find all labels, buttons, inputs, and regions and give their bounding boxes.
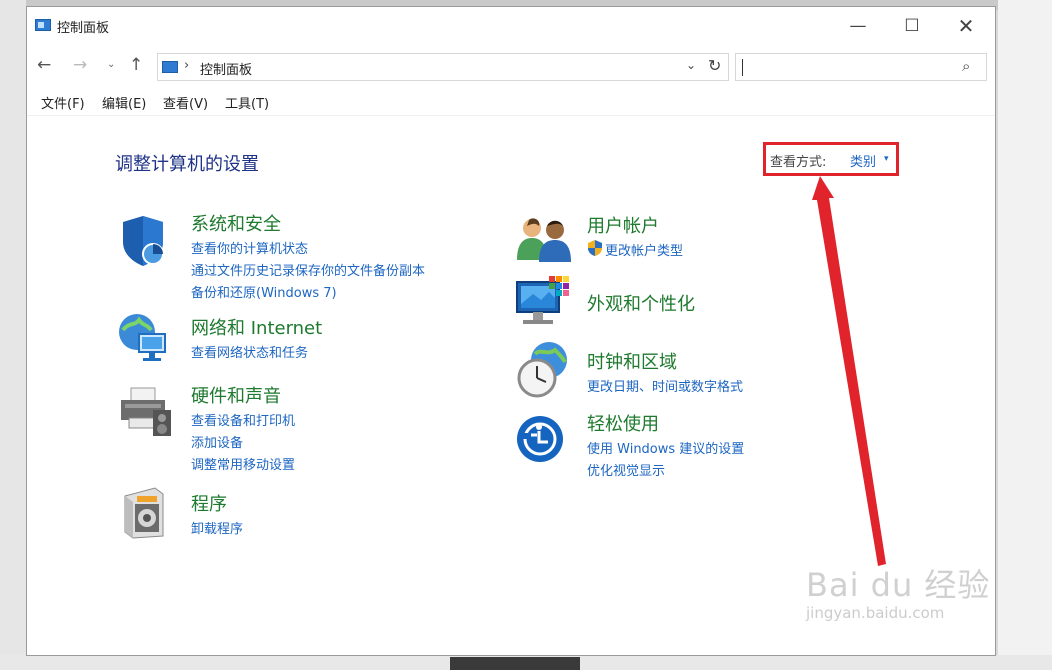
watermark: Bai du 经验 jingyan.baidu.com xyxy=(806,560,991,622)
watermark-url: jingyan.baidu.com xyxy=(806,604,945,622)
watermark-logo: Bai du 经验 xyxy=(806,566,991,604)
